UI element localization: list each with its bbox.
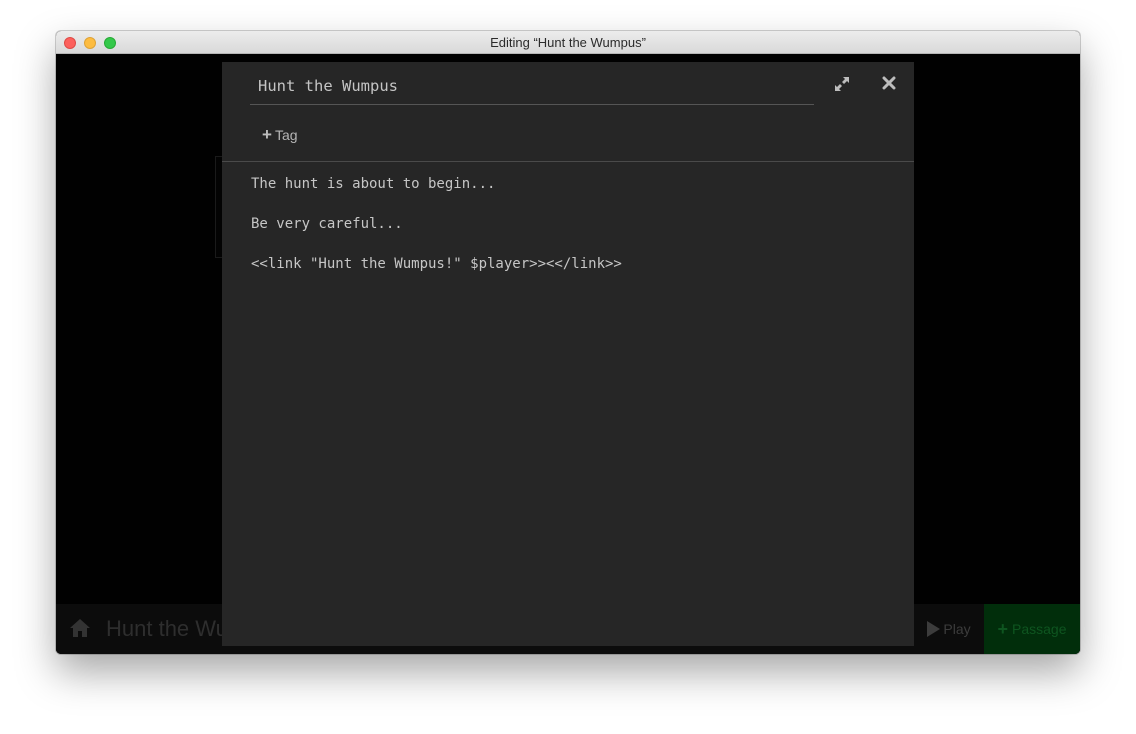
play-button[interactable]: Play xyxy=(914,604,984,654)
add-passage-button[interactable]: + Passage xyxy=(984,604,1080,654)
text-line: <<link "Hunt the Wumpus!" $player>><</li… xyxy=(251,256,622,272)
text-line: Be very careful... xyxy=(251,216,403,232)
passage-name-input[interactable]: Hunt the Wumpus xyxy=(250,70,814,105)
title-bar: Editing “Hunt the Wumpus” xyxy=(56,31,1080,54)
dialog-header: Hunt the Wumpus + Tag xyxy=(222,62,914,162)
add-tag-label: Tag xyxy=(274,127,298,143)
app-window: Editing “Hunt the Wumpus” Hunt the Wumpu… xyxy=(56,31,1080,654)
passage-text-editor[interactable]: The hunt is about to begin... Be very ca… xyxy=(251,174,891,294)
play-icon xyxy=(927,621,941,637)
text-line: The hunt is about to begin... xyxy=(251,176,496,192)
add-tag-button[interactable]: + Tag xyxy=(262,126,298,144)
passage-edit-dialog: Hunt the Wumpus + Tag The hunt is about … xyxy=(222,62,914,646)
home-icon[interactable] xyxy=(69,618,91,638)
add-passage-label: Passage xyxy=(1012,621,1067,637)
plus-icon: + xyxy=(262,125,272,144)
story-map: Hunt the Wumpus Play + Passage Hunt the … xyxy=(56,54,1080,654)
window-title: Editing “Hunt the Wumpus” xyxy=(490,35,646,50)
expand-icon[interactable] xyxy=(834,76,850,92)
close-icon[interactable] xyxy=(882,76,896,90)
story-title[interactable]: Hunt the Wumpus xyxy=(106,616,226,642)
play-label: Play xyxy=(943,621,971,637)
plus-icon: + xyxy=(997,619,1009,639)
